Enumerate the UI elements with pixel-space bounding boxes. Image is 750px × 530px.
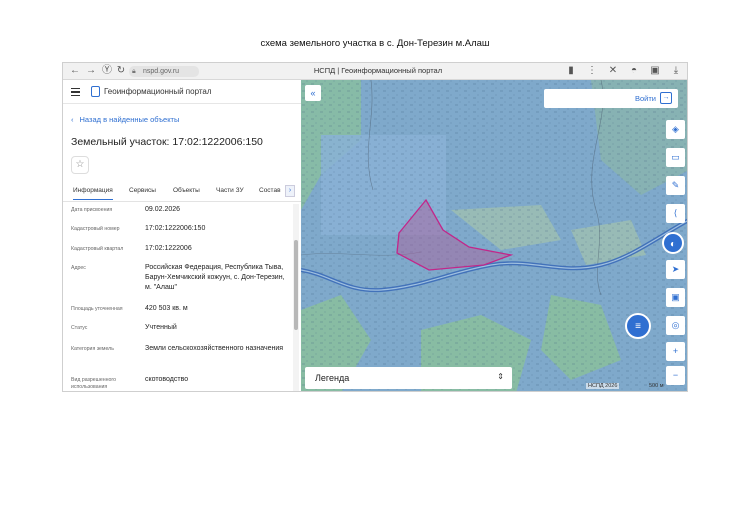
tab-parts[interactable]: Части ЗУ	[216, 187, 244, 194]
attribute-key: Статус	[71, 325, 88, 331]
download-icon[interactable]: ⤓	[670, 65, 682, 77]
attribute-value: Учтенный	[145, 324, 177, 331]
extension-icon[interactable]: ⋮	[586, 65, 598, 77]
legend-label: Легенда	[315, 373, 350, 383]
screen-icon[interactable]: ▣	[666, 288, 685, 307]
forward-arrow-icon[interactable]: →	[85, 65, 97, 77]
document-caption: схема земельного участка в с. Дон-Терези…	[260, 38, 490, 49]
legend-select[interactable]: Легенда ⇕	[305, 367, 512, 389]
lock-icon: 🔒︎	[132, 68, 136, 75]
browser-toolbar: ← → Ⓨ ↻ 🔒︎ nspd.gov.ru НСПД | Геоинформа…	[63, 63, 687, 80]
basemap-icon[interactable]: ▭	[666, 148, 685, 167]
attribute-list: Дата присвоения 09.02.2026 Кадастровый н…	[63, 204, 293, 391]
tab-composition[interactable]: Состав	[259, 187, 281, 194]
yandex-icon[interactable]: Ⓨ	[101, 65, 113, 77]
attribute-value: 17:02:1222006	[145, 245, 192, 252]
bookmark-icon[interactable]: ▮	[565, 65, 577, 77]
attribute-value: 09.02.2026	[145, 206, 181, 213]
map-attribution: НСПД 2026	[586, 383, 620, 389]
collections-icon[interactable]: ▣	[649, 65, 661, 77]
attribute-value: Земли сельскохозяйственного назначения	[145, 345, 284, 352]
parcel-title: Земельный участок: 17:02:1222006:150	[71, 136, 263, 148]
login-icon: →	[660, 92, 672, 104]
layers-icon[interactable]: ◈	[666, 120, 685, 139]
reload-icon[interactable]: ↻	[115, 65, 127, 77]
panel-header: Геоинформационный портал	[63, 80, 301, 104]
menu-icon[interactable]	[71, 88, 80, 97]
panel-tabs: Информация Сервисы Объекты Части ЗУ Сост…	[63, 181, 301, 202]
browser-window: ← → Ⓨ ↻ 🔒︎ nspd.gov.ru НСПД | Геоинформа…	[62, 62, 688, 392]
locate-icon[interactable]: ➤	[666, 260, 685, 279]
chevron-updown-icon: ⇕	[497, 372, 504, 381]
map-view[interactable]: « Войти → ◈ ▭ ✎ ⟨ ◐ ➤ ▣ ◎ + − ≡ Легенда …	[301, 80, 687, 391]
profile-icon[interactable]: ◓	[628, 65, 640, 77]
attribute-value: 420 503 кв. м	[145, 305, 188, 312]
map-canvas	[301, 80, 687, 391]
address-bar[interactable]: 🔒︎ nspd.gov.ru	[129, 66, 199, 77]
attribute-key: Категория земель	[71, 346, 114, 352]
back-arrow-icon[interactable]: ←	[69, 65, 81, 77]
collapse-panel-button[interactable]: «	[305, 85, 321, 101]
search-globe-icon[interactable]: ◐	[662, 232, 684, 254]
share-icon[interactable]: ⟨	[666, 204, 685, 223]
login-button[interactable]: Войти →	[544, 89, 678, 108]
edit-icon[interactable]: ✎	[666, 176, 685, 195]
back-link-label: Назад в найденные объекты	[79, 115, 180, 124]
tabs-next-button[interactable]: ›	[285, 185, 295, 197]
map-scale: 500 м	[649, 383, 664, 389]
tab-information[interactable]: Информация	[73, 187, 113, 200]
tab-services[interactable]: Сервисы	[129, 187, 156, 194]
portal-brand: Геоинформационный портал	[104, 87, 212, 96]
info-panel: Геоинформационный портал ‹ Назад в найден…	[63, 80, 301, 391]
cross-extension-icon[interactable]: ✕	[607, 65, 619, 77]
back-to-results-link[interactable]: ‹ Назад в найденные объекты	[71, 115, 179, 124]
address-bar-text: nspd.gov.ru	[143, 68, 180, 75]
attribute-key: Кадастровый номер	[71, 226, 120, 232]
attribute-key: Адрес	[71, 265, 86, 271]
portal-logo-icon	[91, 86, 100, 97]
zoom-in-icon[interactable]: +	[666, 342, 685, 361]
zoom-out-icon[interactable]: −	[666, 366, 685, 385]
attribute-value: Российская Федерация, Республика Тыва, Б…	[145, 264, 285, 291]
tab-objects[interactable]: Объекты	[173, 187, 200, 194]
measure-icon[interactable]: ◎	[666, 316, 685, 335]
panel-scrollbar[interactable]	[293, 204, 299, 391]
chevron-left-icon: ‹	[71, 115, 74, 124]
favorite-star-icon[interactable]: ☆	[71, 156, 89, 174]
attribute-key: Кадастровый квартал	[71, 246, 124, 252]
attribute-value: 17:02:1222006:150	[145, 225, 206, 232]
scrollbar-thumb[interactable]	[294, 240, 298, 330]
attribute-key: Вид разрешенного использования	[71, 377, 117, 390]
browser-tab-title: НСПД | Геоинформационный портал	[313, 66, 443, 75]
login-label: Войти	[635, 94, 656, 103]
attribute-key: Площадь уточненная	[71, 306, 123, 312]
attribute-value: скотоводство	[145, 376, 189, 383]
attribute-key: Дата присвоения	[71, 207, 113, 213]
list-menu-icon[interactable]: ≡	[625, 313, 651, 339]
